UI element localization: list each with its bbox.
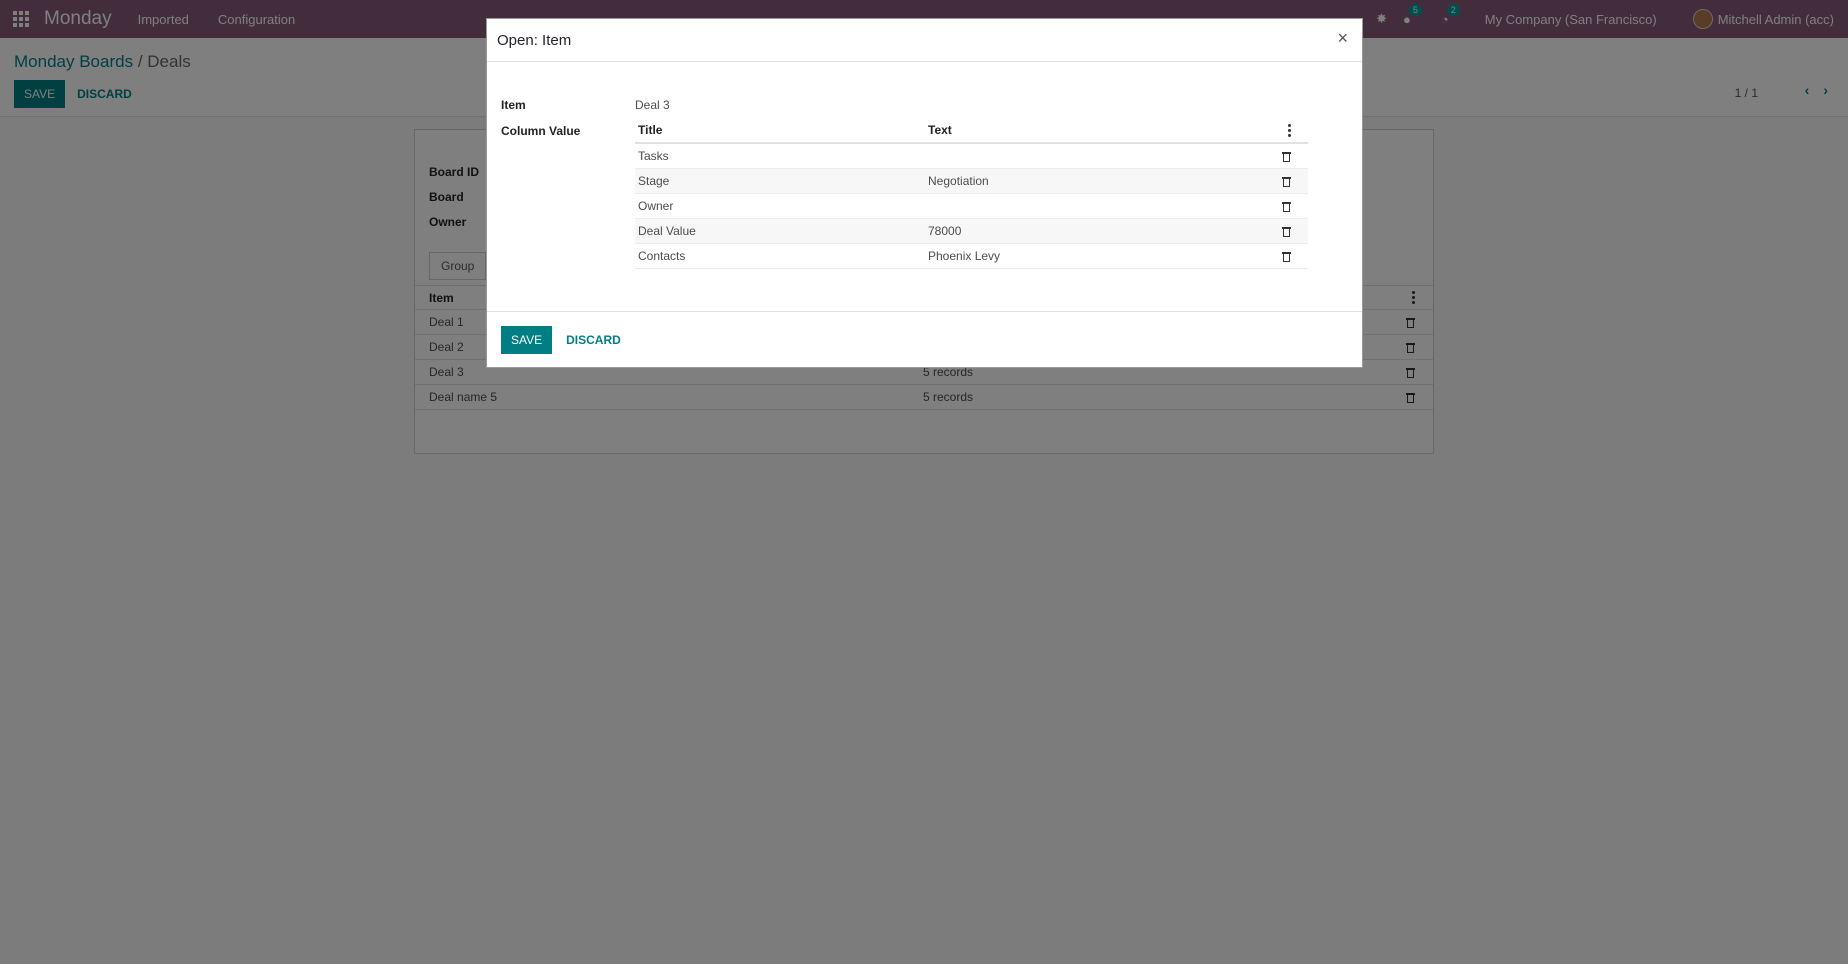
trash-icon[interactable] — [1282, 176, 1291, 187]
trash-icon[interactable] — [1282, 251, 1291, 262]
header-text[interactable]: Text — [928, 123, 952, 137]
dialog-footer: SAVE DISCARD — [501, 326, 631, 354]
cell-title: Deal Value — [638, 224, 696, 238]
trash-icon[interactable] — [1282, 151, 1291, 162]
dialog-title: Open: Item — [497, 32, 572, 49]
table-row[interactable]: Stage Negotiation — [635, 169, 1308, 194]
dialog-discard-button[interactable]: DISCARD — [556, 326, 631, 354]
cell-text: 78000 — [928, 224, 962, 238]
table-row[interactable]: Contacts Phoenix Levy — [635, 244, 1308, 269]
label-column-value: Column Value — [501, 124, 581, 138]
cell-title: Owner — [638, 199, 674, 213]
cell-text: Phoenix Levy — [928, 249, 1001, 263]
table-row[interactable]: Deal Value 78000 — [635, 219, 1308, 244]
dialog-save-button[interactable]: SAVE — [501, 326, 553, 354]
label-item: Item — [501, 98, 526, 112]
trash-icon[interactable] — [1282, 226, 1291, 237]
column-value-table: Title Text Tasks Stage Negotiation Owner… — [635, 118, 1308, 269]
cell-title: Tasks — [638, 149, 669, 163]
close-icon[interactable]: × — [1337, 28, 1348, 49]
dialog-header: Open: Item × — [487, 19, 1362, 62]
table-row[interactable]: Tasks — [635, 144, 1308, 169]
table-row[interactable]: Owner — [635, 194, 1308, 219]
dialog-body: Item Deal 3 Column Value Title Text Task… — [487, 62, 1362, 312]
item-value[interactable]: Deal 3 — [635, 98, 670, 112]
kebab-icon[interactable] — [1288, 123, 1291, 137]
cell-title: Contacts — [638, 249, 686, 263]
table-header: Title Text — [635, 118, 1308, 144]
cell-text: Negotiation — [928, 174, 989, 188]
item-dialog: Open: Item × Item Deal 3 Column Value Ti… — [486, 18, 1363, 368]
cell-title: Stage — [638, 174, 670, 188]
trash-icon[interactable] — [1282, 201, 1291, 212]
header-title[interactable]: Title — [638, 123, 662, 137]
